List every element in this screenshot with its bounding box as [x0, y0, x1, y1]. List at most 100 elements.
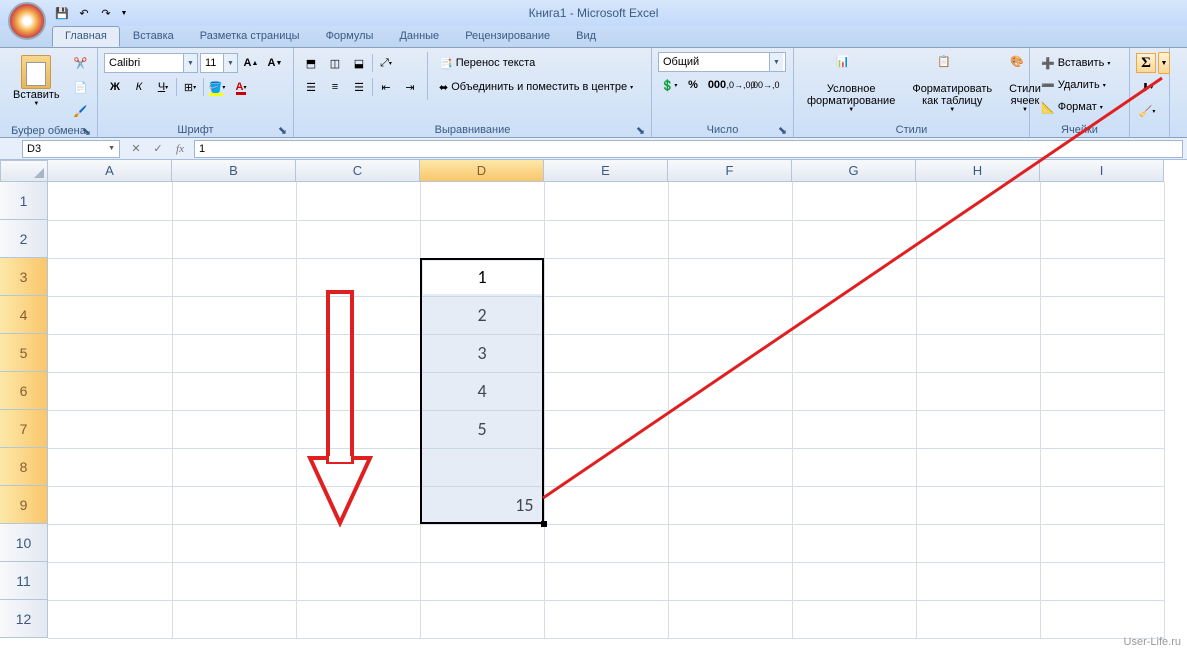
increase-decimal-icon[interactable]: ,0→,00: [730, 74, 752, 96]
cell[interactable]: [668, 562, 792, 600]
cell[interactable]: [1040, 258, 1164, 296]
cancel-formula-icon[interactable]: ✕: [126, 140, 146, 158]
cell[interactable]: [916, 524, 1040, 562]
cell[interactable]: [172, 258, 296, 296]
spreadsheet-grid[interactable]: ABCDEFGHI 123456789101112 1234515 1: [0, 160, 1187, 639]
cell[interactable]: [48, 182, 172, 220]
redo-icon[interactable]: ↷: [96, 4, 116, 22]
cell[interactable]: [544, 334, 668, 372]
increase-indent-icon[interactable]: ⇥: [399, 76, 421, 98]
merge-center-button[interactable]: ⬌Объединить и поместить в центре▾: [434, 76, 638, 98]
tab-page-layout[interactable]: Разметка страницы: [187, 26, 313, 47]
bold-icon[interactable]: Ж: [104, 76, 126, 98]
cell[interactable]: [792, 334, 916, 372]
clear-icon[interactable]: 🧹▾: [1136, 100, 1158, 122]
cell[interactable]: [296, 524, 420, 562]
font-color-icon[interactable]: A▾: [230, 76, 252, 98]
qat-dropdown-icon[interactable]: ▼: [118, 4, 130, 22]
fill-color-icon[interactable]: 🪣▾: [206, 76, 228, 98]
cell[interactable]: 2: [420, 296, 544, 334]
cell[interactable]: [172, 410, 296, 448]
cell[interactable]: [544, 448, 668, 486]
wrap-text-button[interactable]: 📑Перенос текста: [434, 52, 638, 74]
cell[interactable]: [48, 334, 172, 372]
paste-button[interactable]: Вставить ▼: [6, 52, 67, 110]
cell[interactable]: [1040, 182, 1164, 220]
tab-review[interactable]: Рецензирование: [452, 26, 563, 47]
cell[interactable]: [172, 182, 296, 220]
row-header[interactable]: 7: [0, 410, 48, 448]
fx-icon[interactable]: fx: [170, 140, 190, 158]
cell[interactable]: [48, 372, 172, 410]
cell[interactable]: [792, 258, 916, 296]
grow-font-icon[interactable]: A▲: [240, 52, 262, 74]
select-all-button[interactable]: [0, 160, 48, 182]
column-header[interactable]: D: [420, 160, 544, 182]
formula-input[interactable]: 1: [194, 140, 1183, 158]
column-header[interactable]: G: [792, 160, 916, 182]
cell[interactable]: 3: [420, 334, 544, 372]
borders-icon[interactable]: ⊞▾: [179, 76, 201, 98]
cell[interactable]: [172, 372, 296, 410]
cell[interactable]: [296, 220, 420, 258]
tab-data[interactable]: Данные: [386, 26, 452, 47]
column-header[interactable]: B: [172, 160, 296, 182]
cell[interactable]: [792, 486, 916, 524]
cell[interactable]: [172, 334, 296, 372]
cell[interactable]: [668, 258, 792, 296]
cell[interactable]: [916, 182, 1040, 220]
cell[interactable]: 15: [420, 486, 544, 524]
cell[interactable]: [916, 220, 1040, 258]
orientation-icon[interactable]: ⤢▾: [375, 52, 397, 74]
cell[interactable]: [48, 600, 172, 638]
chevron-down-icon[interactable]: ▼: [223, 54, 237, 72]
cell[interactable]: [544, 524, 668, 562]
number-format-input[interactable]: [659, 53, 769, 71]
align-right-icon[interactable]: ☰: [348, 76, 370, 98]
cell[interactable]: [296, 486, 420, 524]
cell[interactable]: [792, 448, 916, 486]
cell[interactable]: [668, 448, 792, 486]
cell[interactable]: [916, 334, 1040, 372]
cell[interactable]: [916, 486, 1040, 524]
cell[interactable]: [1040, 600, 1164, 638]
cell[interactable]: [48, 296, 172, 334]
row-header[interactable]: 4: [0, 296, 48, 334]
currency-icon[interactable]: 💲▾: [658, 74, 680, 96]
underline-icon[interactable]: Ч▾: [152, 76, 174, 98]
italic-icon[interactable]: К: [128, 76, 150, 98]
cell[interactable]: [544, 296, 668, 334]
cell[interactable]: [296, 600, 420, 638]
launcher-icon[interactable]: ⬊: [634, 124, 647, 137]
cell[interactable]: [916, 600, 1040, 638]
cell[interactable]: [544, 182, 668, 220]
cell[interactable]: [420, 524, 544, 562]
fill-icon[interactable]: ⬇▾: [1136, 76, 1158, 98]
row-header[interactable]: 10: [0, 524, 48, 562]
cell[interactable]: [668, 220, 792, 258]
cell[interactable]: [668, 372, 792, 410]
autosum-dropdown-icon[interactable]: ▼: [1158, 52, 1170, 74]
cell[interactable]: [1040, 410, 1164, 448]
cell[interactable]: 5: [420, 410, 544, 448]
cell[interactable]: [668, 296, 792, 334]
number-format-combo[interactable]: ▼: [658, 52, 786, 72]
cell[interactable]: [668, 334, 792, 372]
cell[interactable]: [544, 486, 668, 524]
cell[interactable]: [668, 182, 792, 220]
chevron-down-icon[interactable]: ▼: [183, 54, 197, 72]
cell[interactable]: [1040, 448, 1164, 486]
cell[interactable]: [1040, 562, 1164, 600]
cell[interactable]: [916, 410, 1040, 448]
chevron-down-icon[interactable]: ▼: [108, 145, 115, 152]
row-header[interactable]: 3: [0, 258, 48, 296]
launcher-icon[interactable]: ⬊: [276, 124, 289, 137]
tab-insert[interactable]: Вставка: [120, 26, 187, 47]
cell[interactable]: [792, 220, 916, 258]
cell[interactable]: [296, 258, 420, 296]
cell[interactable]: [1040, 486, 1164, 524]
format-as-table-button[interactable]: 📋 Форматировать как таблицу▼: [905, 52, 999, 116]
row-header[interactable]: 9: [0, 486, 48, 524]
launcher-icon[interactable]: ⬊: [80, 125, 93, 138]
align-left-icon[interactable]: ☰: [300, 76, 322, 98]
